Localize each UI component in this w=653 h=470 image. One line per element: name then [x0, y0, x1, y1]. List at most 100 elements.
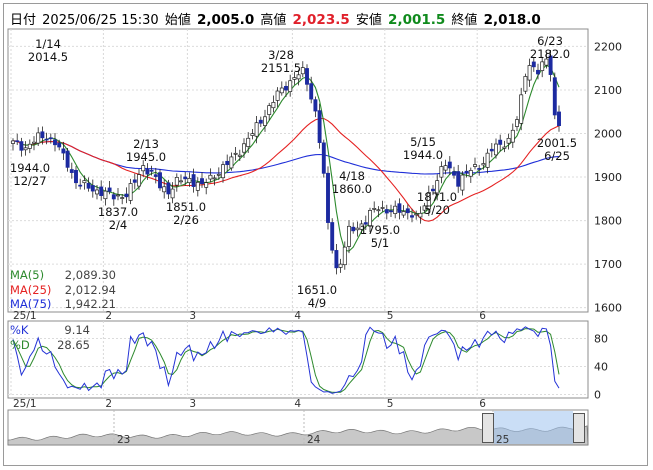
x-tick-label: 5 [387, 310, 394, 322]
candle-body [334, 250, 339, 269]
stoch-tick-label: 0 [594, 389, 601, 402]
candle-body [456, 171, 461, 187]
stoch-x-tick-label: 4 [294, 398, 301, 410]
annotation-line1: 1851.0 [166, 200, 206, 214]
candle-body [216, 173, 221, 176]
y-tick-label: 2000 [594, 127, 622, 140]
legend-ma5-name: MA(5) [10, 268, 45, 282]
overview-tick-label: 23 [117, 434, 130, 446]
candle-body [502, 146, 507, 149]
candle-body [23, 147, 28, 151]
candle-body [485, 152, 490, 168]
candle-body [99, 186, 104, 196]
candle-body [536, 69, 540, 75]
candle-body [174, 177, 179, 186]
candle-body [36, 132, 41, 144]
candle-body [254, 122, 259, 137]
legend-ma25-value: 2,012.94 [64, 282, 116, 297]
candle-body [439, 166, 444, 178]
y-tick-label: 1700 [594, 258, 622, 271]
candle-body [78, 184, 83, 187]
legend-d: %D 28.65 [10, 338, 90, 353]
annotation-line1: 2001.5 [537, 136, 577, 150]
y-tick-label: 2200 [594, 40, 622, 53]
candle-body [557, 111, 561, 127]
candle-body [103, 190, 108, 200]
candle-body [510, 129, 515, 143]
candle-body [90, 185, 95, 192]
stoch-tick-label: 80 [594, 333, 608, 346]
candle-body [179, 180, 183, 183]
annotation-line2: 5/20 [424, 203, 450, 217]
candle-body [267, 105, 272, 115]
candle-body [351, 226, 356, 232]
stoch-x-tick-label: 3 [189, 398, 196, 410]
candle-body [347, 225, 351, 247]
candle-body [149, 169, 154, 172]
range-right-handle[interactable] [573, 413, 585, 443]
legend-ma25: MA(25) 2,012.94 [10, 283, 116, 298]
price-chart: 25/125/122334455661600170018001900200021… [7, 28, 622, 446]
candle-body [473, 164, 477, 167]
candle-body [380, 207, 385, 209]
x-tick-label: 2 [105, 310, 112, 322]
ma-legend: MA(5) 2,089.30 MA(25) 2,012.94 MA(75) 1,… [10, 268, 116, 312]
candle-body [468, 170, 473, 177]
candle-body [321, 142, 326, 174]
candle-body [233, 152, 238, 155]
overview-tick-label: 24 [307, 434, 321, 446]
candle-body [258, 119, 263, 124]
candle-body [11, 140, 15, 144]
annotation-line2: 2151.5 [261, 61, 301, 75]
candle-body [61, 148, 66, 154]
candle-body [246, 137, 251, 147]
candle-body [208, 174, 213, 180]
candle-body [95, 189, 99, 195]
candle-body [489, 148, 494, 152]
candle-body [384, 209, 389, 214]
legend-ma75-value: 1,942.21 [64, 297, 116, 311]
overview-tick-label: 25 [496, 434, 509, 446]
candle-body [166, 182, 171, 195]
candle-body [401, 211, 406, 216]
annotation-line2: 2014.5 [28, 50, 68, 64]
candle-body [305, 68, 309, 85]
annotation-line2: 2/26 [173, 213, 199, 227]
annotation-line2: 2182.0 [530, 47, 570, 61]
candle-body [372, 208, 377, 210]
candle-body [275, 90, 280, 101]
x-tick-label: 25/1 [13, 310, 37, 322]
range-left-handle[interactable] [482, 413, 494, 443]
legend-k: %K 9.14 [10, 323, 90, 338]
candle-body [397, 203, 402, 213]
candle-body [481, 163, 486, 166]
candle-body [183, 176, 188, 180]
candle-body [32, 141, 36, 144]
candle-body [74, 169, 78, 184]
candle-body [225, 160, 230, 166]
candle-body [242, 143, 246, 153]
candle-body [447, 161, 452, 169]
candle-body [170, 188, 175, 199]
legend-d-name: %D [10, 337, 30, 352]
annotation-line1: 6/23 [537, 34, 563, 48]
candle-body [128, 183, 133, 201]
stoch-x-tick-label: 5 [387, 398, 394, 410]
candle-body [494, 143, 498, 156]
candle-body [153, 174, 158, 177]
candle-body [263, 116, 267, 126]
candle-body [187, 178, 192, 184]
candle-body [124, 193, 129, 198]
annotation-line1: 5/15 [410, 135, 436, 149]
candle-body [515, 119, 519, 127]
annotation-line1: 1795.0 [360, 223, 400, 237]
stoch-x-tick-label: 25/1 [13, 398, 37, 410]
annotation-line1: 4/18 [339, 169, 365, 183]
candle-body [237, 154, 242, 157]
annotation-line2: 1944.0 [403, 148, 443, 162]
candle-body [284, 85, 288, 91]
legend-k-value: 9.14 [64, 323, 90, 337]
candle-body [158, 172, 162, 189]
candle-body [292, 77, 297, 80]
legend-k-name: %K [10, 323, 29, 337]
